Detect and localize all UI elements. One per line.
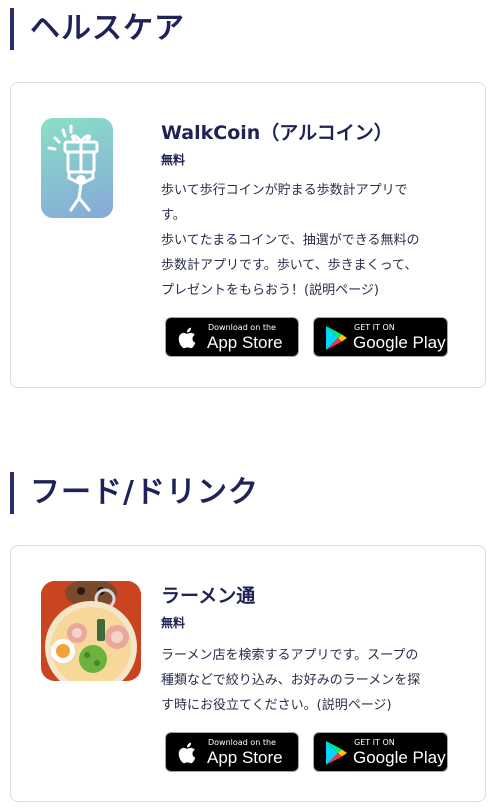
google-play-icon (326, 326, 347, 350)
app-name-ramen[interactable]: ラーメン通 (161, 581, 255, 608)
apple-icon (178, 327, 196, 349)
desc-line: 歩いてたまるコインで、抽選ができる無料の (161, 233, 420, 248)
desc-line: 歩数計アプリです。歩いて、歩きまくって、 (161, 258, 418, 273)
app-store-big-text: App Store (207, 333, 283, 352)
google-play-big-text: Google Play (353, 748, 446, 767)
desc-line: す時にお役立てください。(説明ページ) (161, 693, 451, 718)
section-title-healthcare: ヘルスケア (10, 8, 185, 50)
app-store-small-text: Download on the (208, 738, 276, 747)
desc-line: 種類などで絞り込み、お好みのラーメンを探 (161, 673, 421, 688)
google-play-icon (326, 741, 347, 765)
apple-icon (178, 742, 196, 764)
app-price-walkcoin: 無料 (161, 153, 186, 167)
walking-gift-icon[interactable] (41, 118, 113, 218)
google-play-small-text: GET IT ON (354, 738, 395, 747)
desc-line: す。 (161, 208, 186, 223)
desc-line: ラーメン店を検索するアプリです。スープの (161, 648, 419, 663)
ramen-bowl-icon[interactable] (41, 581, 141, 681)
desc-line-text: す時にお役立てください。( (161, 698, 322, 713)
desc-line: 歩いて歩行コインが貯まる歩数計アプリで (161, 183, 408, 198)
app-store-button[interactable]: Download on the App Store (165, 317, 299, 357)
app-desc-ramen: ラーメン店を検索するアプリです。スープの 種類などで絞り込み、お好みのラーメンを… (161, 643, 451, 718)
app-name-walkcoin[interactable]: WalkCoin（アルコイン） (161, 118, 393, 145)
explain-page-link[interactable]: 説明ページ (309, 283, 374, 298)
desc-suffix: ) (373, 283, 379, 298)
google-play-big-text: Google Play (353, 333, 446, 352)
desc-line-text: プレゼントをもらおう！( (161, 283, 310, 298)
app-card-ramen: ラーメン通 無料 ラーメン店を検索するアプリです。スープの 種類などで絞り込み、… (10, 545, 486, 802)
explain-page-link[interactable]: 説明ページ (322, 698, 387, 713)
desc-line: プレゼントをもらおう！(説明ページ) (161, 278, 451, 303)
app-desc-walkcoin: 歩いて歩行コインが貯まる歩数計アプリで す。 歩いてたまるコインで、抽選ができる… (161, 178, 451, 303)
app-store-button[interactable]: Download on the App Store (165, 732, 299, 772)
app-card-walkcoin: WalkCoin（アルコイン） 無料 歩いて歩行コインが貯まる歩数計アプリで す… (10, 82, 486, 388)
app-price-ramen: 無料 (161, 616, 186, 630)
app-store-big-text: App Store (207, 748, 283, 767)
app-store-small-text: Download on the (208, 323, 276, 332)
section-title-food-drink: フード/ドリンク (10, 472, 259, 514)
desc-suffix: ) (386, 698, 392, 713)
google-play-button[interactable]: GET IT ON Google Play (313, 317, 448, 357)
google-play-small-text: GET IT ON (354, 323, 395, 332)
google-play-button[interactable]: GET IT ON Google Play (313, 732, 448, 772)
